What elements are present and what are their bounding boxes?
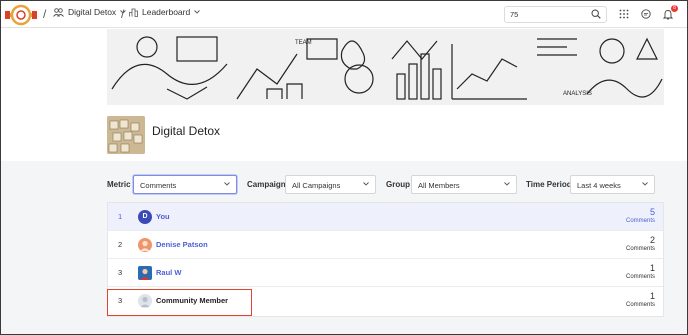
top-navigation: / Digital Detox / Leaderboard 75 8 — [1, 1, 687, 28]
chevron-down-icon — [363, 182, 369, 186]
avatar[interactable]: D — [138, 210, 152, 224]
score: 5 Comments — [626, 207, 655, 224]
score-unit: Comments — [625, 274, 655, 280]
member-name-link[interactable]: Denise Patson — [156, 240, 208, 249]
people-icon — [53, 7, 64, 17]
metric-label: Metric — [107, 180, 131, 189]
member-name-link[interactable]: You — [156, 212, 170, 221]
time-period-select-value: Last 4 weeks — [577, 181, 621, 190]
time-period-label: Time Period — [526, 180, 572, 189]
score-unit: Comments — [625, 218, 655, 224]
avatar[interactable] — [138, 266, 152, 280]
breadcrumb-group-label: Digital Detox — [68, 7, 117, 17]
breadcrumb-separator: / — [43, 7, 47, 21]
table-row[interactable]: 3 Raul W 1 Comments — [108, 259, 663, 287]
time-period-select[interactable]: Last 4 weeks — [570, 175, 655, 194]
table-row[interactable]: 2 Denise Patson 2 Comments — [108, 231, 663, 259]
rank: 1 — [118, 212, 123, 221]
app-window: / Digital Detox / Leaderboard 75 8 TEAM … — [0, 0, 688, 335]
app-logo[interactable] — [5, 4, 37, 26]
group-thumbnail — [107, 116, 145, 154]
score: 2 Comments — [626, 235, 655, 252]
group-select[interactable]: All Members — [411, 175, 517, 194]
campaign-select-value: All Campaigns — [292, 181, 341, 190]
breadcrumb-separator: / — [121, 7, 125, 21]
campaign-select[interactable]: All Campaigns — [285, 175, 376, 194]
svg-text:TEAM: TEAM — [295, 40, 312, 46]
chevron-down-icon — [504, 182, 510, 186]
breadcrumb-page-label: Leaderboard — [142, 7, 191, 17]
campaign-label: Campaign — [247, 180, 286, 189]
scrabble-tiles-image — [107, 116, 145, 154]
breadcrumb-group[interactable]: Digital Detox — [53, 7, 130, 17]
score: 1 Comments — [626, 263, 655, 280]
group-select-value: All Members — [418, 181, 460, 190]
score-value: 5 — [649, 207, 655, 217]
rank: 2 — [118, 240, 123, 249]
score-unit: Comments — [625, 302, 655, 308]
score-value: 1 — [649, 263, 655, 273]
group-label: Group — [386, 180, 410, 189]
chevron-down-icon — [194, 10, 201, 14]
score-value: 2 — [649, 235, 655, 245]
score-value: 1 — [649, 291, 655, 301]
apps-grid-icon[interactable] — [619, 9, 629, 19]
metric-select-value: Comments — [140, 181, 177, 190]
breadcrumb-page[interactable]: Leaderboard — [129, 7, 204, 17]
chevron-down-icon — [642, 182, 648, 186]
metric-select[interactable]: Comments — [133, 175, 237, 194]
rank: 3 — [118, 268, 123, 277]
table-row[interactable]: 1 D You 5 Comments — [108, 203, 663, 231]
search-icon[interactable] — [591, 9, 601, 19]
chevron-down-icon — [224, 182, 230, 186]
doodle-illustration: TEAM ANALYSIS — [107, 29, 664, 105]
notification-badge: 8 — [671, 5, 678, 12]
annotation-highlight-box — [107, 289, 252, 316]
score-unit: Comments — [625, 246, 655, 252]
group-banner-image: TEAM ANALYSIS — [107, 29, 664, 105]
page-title: Digital Detox — [152, 124, 221, 138]
score: 1 Comments — [626, 291, 655, 308]
chat-icon[interactable] — [641, 9, 651, 19]
member-name-link[interactable]: Raul W — [156, 268, 181, 277]
leaderboard-icon — [129, 8, 138, 17]
avatar[interactable] — [138, 238, 152, 252]
svg-text:ANALYSIS: ANALYSIS — [563, 91, 592, 97]
